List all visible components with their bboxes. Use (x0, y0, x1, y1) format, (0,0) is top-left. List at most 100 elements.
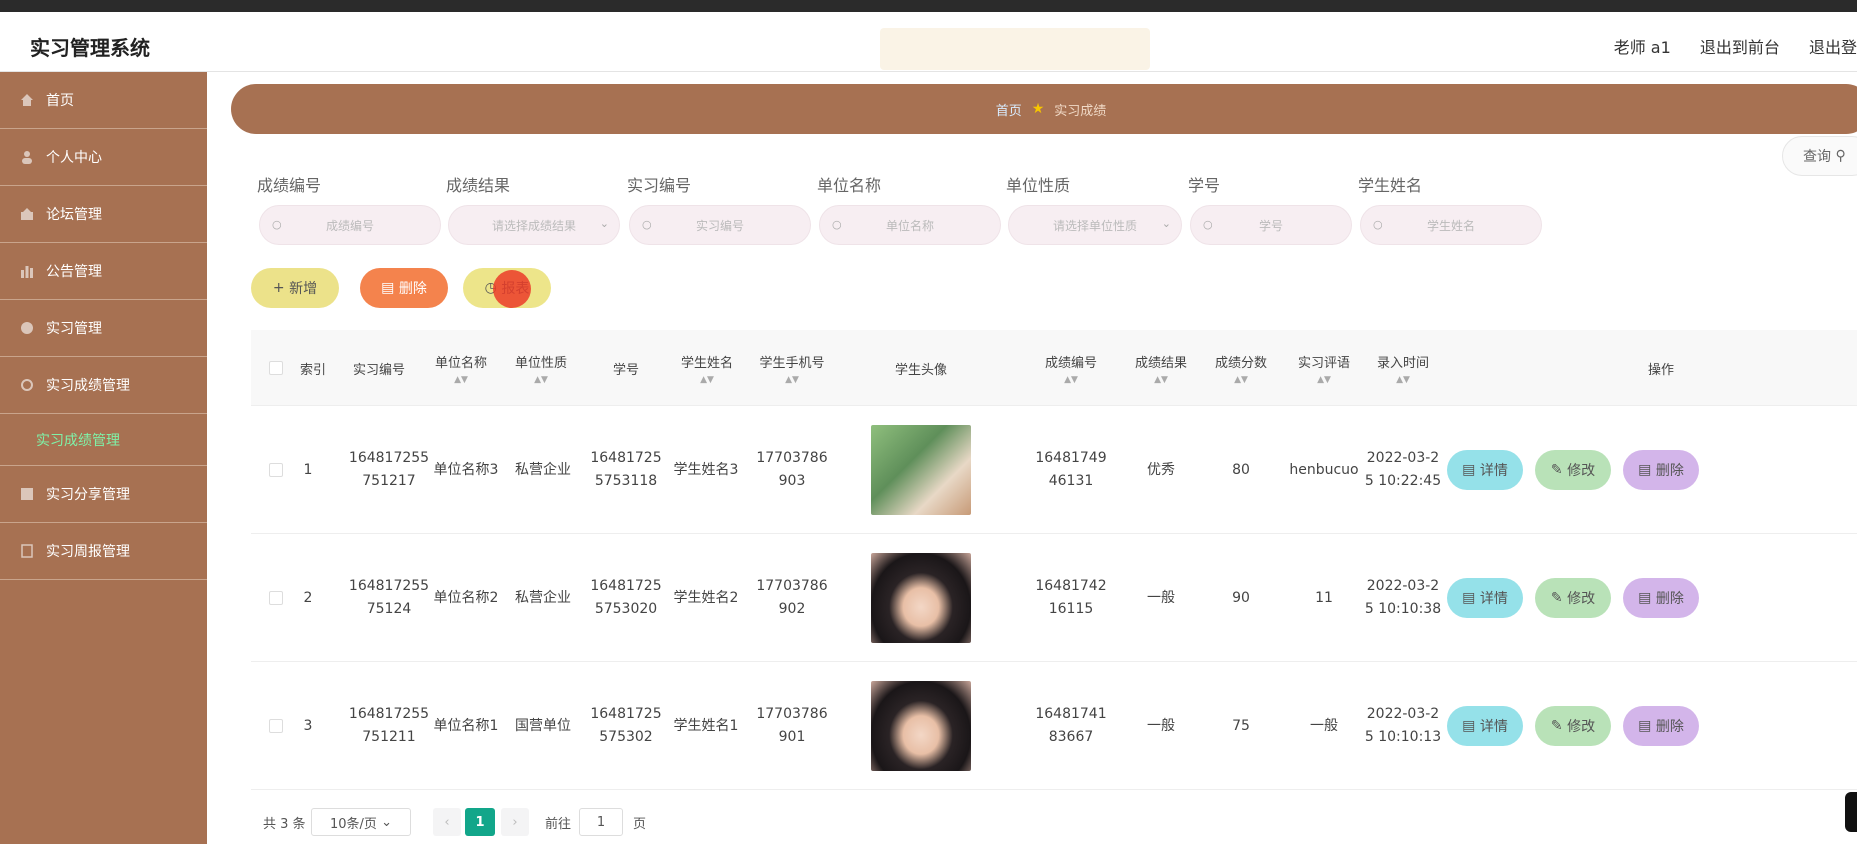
edit-button[interactable]: ✎ 修改 (1535, 450, 1611, 490)
filter-label: 学号 (1188, 176, 1221, 195)
row-delete-button[interactable]: ▤ 删除 (1623, 706, 1699, 746)
student-avatar[interactable] (871, 425, 971, 515)
student-avatar[interactable] (871, 553, 971, 643)
cell-time: 2022-03-2 5 10:22:45 (1364, 450, 1442, 489)
input-placeholder: 单位名称 (885, 218, 934, 233)
column-header[interactable]: 学生姓名 ▲▼ (667, 330, 747, 406)
mouse-cursor (1845, 792, 1857, 832)
grade-no-input[interactable]: ○ 成绩编号 (259, 205, 441, 245)
sidebar-item-internship[interactable]: 实习管理 (0, 300, 207, 357)
trash-icon: ▤ (1638, 462, 1656, 478)
row-delete-button[interactable]: ▤ 删除 (1623, 578, 1699, 618)
student-avatar[interactable] (871, 681, 971, 771)
column-header[interactable]: 录入时间 ▲▼ (1353, 330, 1453, 406)
sidebar-item-weekly[interactable]: 实习周报管理 (0, 523, 207, 580)
current-page[interactable]: 1 (465, 808, 495, 836)
cell-avatar (841, 662, 1001, 790)
detail-button[interactable]: ▤ 详情 (1447, 450, 1523, 490)
delete-button[interactable]: ▤ 删除 (360, 268, 448, 308)
filter-label: 单位名称 (817, 176, 882, 195)
query-label: 查询 (1803, 149, 1831, 165)
input-placeholder: 学生姓名 (1426, 218, 1475, 233)
column-header[interactable]: 学生头像 (841, 330, 1001, 406)
student-no-input[interactable]: ○ 学号 (1190, 205, 1352, 245)
sidebar-item-share[interactable]: 实习分享管理 (0, 466, 207, 523)
cell-avatar (841, 406, 1001, 534)
pencil-icon: ✎ (1550, 718, 1568, 734)
intern-no-input[interactable]: ○ 实习编号 (629, 205, 811, 245)
row-checkbox[interactable] (269, 591, 283, 605)
sort-icon: ▲▼ (1234, 374, 1248, 385)
detail-button[interactable]: ▤ 详情 (1447, 706, 1523, 746)
unit-type-select[interactable]: 请选择单位性质 ⌄ (1008, 205, 1182, 245)
student-name-input[interactable]: ○ 学生姓名 (1360, 205, 1542, 245)
detail-button[interactable]: ▤ 详情 (1447, 578, 1523, 618)
sidebar-item-forum[interactable]: 论坛管理 (0, 186, 207, 243)
edit-button[interactable]: ✎ 修改 (1535, 706, 1611, 746)
star-icon: ★ (1031, 101, 1045, 117)
back-to-front-link[interactable]: 退出到前台 (1700, 38, 1780, 57)
filter-label: 成绩结果 (446, 176, 511, 195)
sidebar-subitem-grades[interactable]: 实习成绩管理 (0, 414, 207, 466)
sidebar-item-grades[interactable]: 实习成绩管理 (0, 357, 207, 414)
goto-page-input[interactable]: 1 (579, 808, 623, 836)
sort-icon: ▲▼ (1396, 374, 1410, 385)
sidebar-item-notice[interactable]: 公告管理 (0, 243, 207, 300)
search-icon: ○ (642, 218, 652, 231)
sidebar-item-profile[interactable]: 个人中心 (0, 129, 207, 186)
table-row: 1 164817255 751217 单位名称3 私营企业 16481725 575… (251, 406, 1857, 534)
prev-page-button[interactable]: ‹ (433, 808, 461, 836)
plus-icon: + (272, 280, 290, 296)
cell-grade-no: 16481741 83667 (1035, 706, 1107, 745)
next-page-button[interactable]: › (501, 808, 529, 836)
cell-index: 1 (303, 461, 313, 478)
page-size-select[interactable]: 10条/页 ⌄ (311, 808, 411, 836)
grade-result-select[interactable]: 请选择成绩结果 ⌄ (448, 205, 620, 245)
add-button[interactable]: + 新增 (251, 268, 339, 308)
cell-intern-no: 164817255 751217 (348, 450, 430, 489)
input-placeholder: 请选择单位性质 (1052, 218, 1137, 233)
column-header[interactable]: 学生手机号 ▲▼ (747, 330, 837, 406)
select-all-checkbox[interactable] (269, 361, 283, 375)
input-placeholder: 学号 (1258, 218, 1283, 233)
input-placeholder: 实习编号 (695, 218, 744, 233)
sidebar-item-home[interactable]: 首页 (0, 72, 207, 129)
column-header[interactable]: 成绩编号 ▲▼ (1021, 330, 1121, 406)
edit-button[interactable]: ✎ 修改 (1535, 578, 1611, 618)
goto-label: 前往 (545, 816, 572, 832)
cell-unit-name: 单位名称1 (433, 717, 499, 734)
sidebar-item-label: 实习成绩管理 (46, 378, 130, 394)
home-icon (20, 93, 34, 107)
unit-name-input[interactable]: ○ 单位名称 (819, 205, 1001, 245)
chart-icon (20, 264, 34, 278)
trash-icon: ▤ (381, 280, 399, 296)
row-checkbox[interactable] (269, 719, 283, 733)
sort-icon: ▲▼ (785, 374, 799, 385)
row-checkbox[interactable] (269, 463, 283, 477)
detail-icon: ▤ (1462, 462, 1480, 478)
cell-unit-name: 单位名称3 (433, 461, 499, 478)
table-header: 索引 实习编号 单位名称 ▲▼ 单位性质 ▲▼ 学号 学生姓名 ▲▼ 学生手机号 ▲▼ … (251, 330, 1857, 406)
detail-icon: ▤ (1462, 718, 1480, 734)
column-header[interactable]: 单位名称 ▲▼ (421, 330, 501, 406)
column-header[interactable]: 实习编号 (339, 330, 419, 406)
click-indicator (493, 270, 531, 308)
cell-grade-no: 16481749 46131 (1035, 450, 1107, 489)
breadcrumb-home[interactable]: 首页 (996, 100, 1022, 119)
cell-index: 3 (303, 717, 313, 734)
user-name: 老师 a1 (1613, 38, 1671, 57)
filter-label: 学生姓名 (1358, 176, 1423, 195)
logout-link[interactable]: 退出登 (1809, 38, 1857, 57)
cell-phone: 17703786 902 (756, 578, 828, 617)
query-button[interactable]: 查询 ⚲ (1782, 136, 1857, 176)
sort-icon: ▲▼ (1154, 374, 1168, 385)
row-delete-button[interactable]: ▤ 删除 (1623, 450, 1699, 490)
sort-icon: ▲▼ (534, 374, 548, 385)
search-icon: ○ (272, 218, 282, 231)
sort-icon: ▲▼ (454, 374, 468, 385)
column-header[interactable]: 学号 (586, 330, 666, 406)
search-icon: ⚲ (1835, 148, 1846, 164)
column-header[interactable]: 单位性质 ▲▼ (501, 330, 581, 406)
trash-icon: ▤ (1638, 718, 1656, 734)
sidebar-item-label: 实习分享管理 (46, 487, 130, 503)
